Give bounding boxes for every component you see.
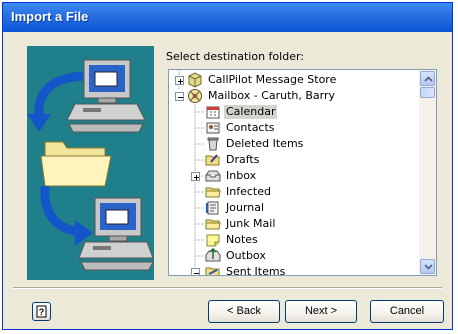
inbox-icon	[205, 168, 221, 184]
expand-toggle[interactable]	[191, 172, 200, 181]
help-button[interactable]: ?	[32, 302, 51, 321]
message-store-icon	[187, 72, 203, 88]
expand-toggle[interactable]	[175, 76, 184, 85]
import-file-dialog: Import a File Select destination folder:…	[2, 2, 453, 330]
arrow-icon	[40, 185, 93, 246]
folder-icon	[205, 184, 221, 200]
notes-icon	[205, 232, 221, 248]
contacts-icon	[205, 120, 221, 136]
mailbox-icon	[187, 88, 203, 104]
scroll-thumb[interactable]	[420, 87, 435, 98]
sent-items-icon	[205, 264, 221, 275]
journal-icon	[205, 200, 221, 216]
import-illustration	[27, 46, 154, 280]
chevron-up-icon	[424, 76, 433, 82]
folder-icon	[40, 141, 112, 187]
title-bar[interactable]: Import a File	[3, 3, 452, 32]
chevron-down-icon	[424, 264, 433, 270]
scroll-up-button[interactable]	[420, 71, 435, 86]
cancel-button[interactable]: Cancel	[370, 300, 444, 323]
destination-prompt: Select destination folder:	[166, 50, 305, 63]
deleted-items-icon	[205, 136, 221, 152]
calendar-icon	[205, 104, 221, 120]
help-icon: ?	[36, 305, 47, 318]
vertical-scrollbar[interactable]	[419, 70, 436, 275]
folder-tree[interactable]: CallPilot Message Store Mailbox - Caruth…	[168, 69, 437, 276]
back-button[interactable]: < Back	[208, 300, 280, 323]
svg-text:?: ?	[39, 307, 45, 317]
collapse-toggle[interactable]	[175, 92, 184, 101]
next-button[interactable]: Next >	[285, 300, 357, 323]
button-separator	[13, 287, 442, 289]
outbox-icon	[205, 247, 221, 264]
folder-icon	[205, 216, 221, 232]
window-title: Import a File	[11, 9, 89, 24]
scroll-down-button[interactable]	[420, 259, 435, 274]
computer-icon	[66, 59, 146, 133]
drafts-icon	[205, 152, 221, 168]
collapse-toggle[interactable]	[191, 268, 200, 275]
